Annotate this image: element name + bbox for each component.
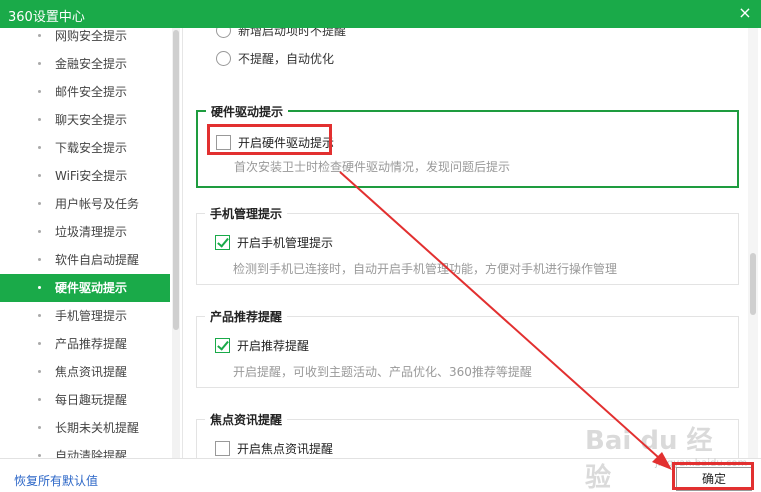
- main-scrollbar[interactable]: [748, 28, 758, 458]
- sidebar-item-label: 邮件安全提示: [55, 85, 128, 99]
- sidebar-item-label: 垃圾清理提示: [55, 225, 128, 239]
- bullet-icon: [38, 90, 41, 93]
- checkbox-label: 开启焦点资讯提醒: [237, 442, 334, 456]
- radio-label: 新增启动项时不提醒: [238, 28, 347, 38]
- checkbox-label: 开启手机管理提示: [237, 236, 334, 250]
- sidebar-item-email[interactable]: 邮件安全提示: [0, 78, 170, 106]
- sidebar-item-label: 产品推荐提醒: [55, 337, 128, 351]
- bullet-icon: [38, 62, 41, 65]
- sidebar-item-label: 焦点资讯提醒: [55, 365, 128, 379]
- sidebar-item-label: 用户帐号及任务: [55, 197, 140, 211]
- bullet-icon: [38, 230, 41, 233]
- restore-defaults-link[interactable]: 恢复所有默认值: [14, 472, 98, 489]
- bullet-icon: [38, 342, 41, 345]
- sidebar-item-news[interactable]: 焦点资讯提醒: [0, 358, 170, 386]
- news-checkbox[interactable]: [215, 441, 230, 456]
- phone-management-section: 手机管理提示 开启手机管理提示 检测到手机已连接时，自动开启手机管理功能，方便对…: [196, 205, 739, 285]
- bullet-icon: [38, 286, 41, 289]
- sidebar-item-shutdown[interactable]: 长期未关机提醒: [0, 414, 170, 442]
- bullet-icon: [38, 146, 41, 149]
- radio-button[interactable]: [216, 51, 231, 66]
- sidebar-item-autostart[interactable]: 软件自启动提醒: [0, 246, 170, 274]
- sidebar-item-product[interactable]: 产品推荐提醒: [0, 330, 170, 358]
- sidebar-item-label: 聊天安全提示: [55, 113, 128, 127]
- sidebar-item-label: 自动清除提醒: [55, 449, 128, 458]
- sidebar-scrollbar-thumb[interactable]: [173, 30, 179, 330]
- sidebar-item-label: 长期未关机提醒: [55, 421, 140, 435]
- sidebar-item-chat[interactable]: 聊天安全提示: [0, 106, 170, 134]
- sidebar-scrollbar[interactable]: [172, 28, 180, 458]
- sidebar-item-phone[interactable]: 手机管理提示: [0, 302, 170, 330]
- bullet-icon: [38, 426, 41, 429]
- sidebar-item-auto-clear[interactable]: 自动清除提醒: [0, 442, 170, 458]
- bullet-icon: [38, 174, 41, 177]
- radio-label: 不提醒，自动优化: [238, 52, 335, 66]
- sidebar-item-hardware-driver[interactable]: 硬件驱动提示: [0, 274, 170, 302]
- sidebar-item-finance[interactable]: 金融安全提示: [0, 50, 170, 78]
- close-icon[interactable]: ×: [735, 2, 755, 24]
- annotation-box-confirm: [672, 462, 754, 490]
- window-title: 360设置中心: [8, 10, 85, 25]
- bullet-icon: [38, 370, 41, 373]
- bullet-icon: [38, 258, 41, 261]
- section-description: 检测到手机已连接时，自动开启手机管理功能，方便对手机进行操作管理: [233, 262, 618, 276]
- sidebar-item-download[interactable]: 下载安全提示: [0, 134, 170, 162]
- bullet-icon: [38, 34, 41, 37]
- sidebar-item-label: 金融安全提示: [55, 57, 128, 71]
- bullet-icon: [38, 202, 41, 205]
- section-title: 手机管理提示: [205, 205, 288, 222]
- sidebar-item-label: WiFi安全提示: [55, 169, 128, 183]
- product-recommend-section: 产品推荐提醒 开启推荐提醒 开启提醒，可收到主题活动、产品优化、360推荐等提醒: [196, 308, 739, 388]
- sidebar-item-label: 下载安全提示: [55, 141, 128, 155]
- bullet-icon: [38, 454, 41, 457]
- bullet-icon: [38, 314, 41, 317]
- radio-button[interactable]: [216, 28, 231, 38]
- section-title: 硬件驱动提示: [206, 103, 289, 120]
- sidebar-item-wifi[interactable]: WiFi安全提示: [0, 162, 170, 190]
- bullet-icon: [38, 118, 41, 121]
- section-description: 开启提醒，可收到主题活动、产品优化、360推荐等提醒: [233, 365, 532, 379]
- sidebar-item-daily-fun[interactable]: 每日趣玩提醒: [0, 386, 170, 414]
- checkbox-label: 开启推荐提醒: [237, 339, 310, 353]
- sidebar-item-label: 每日趣玩提醒: [55, 393, 128, 407]
- main-scrollbar-thumb[interactable]: [750, 253, 756, 315]
- section-title: 焦点资讯提醒: [205, 411, 288, 428]
- main-panel: 新增启动项时不提醒 不提醒，自动优化 硬件驱动提示 开启硬件驱动提示 首次安装卫…: [184, 28, 761, 458]
- sidebar-item-label: 硬件驱动提示: [55, 281, 128, 295]
- section-description: 首次安装卫士时检查硬件驱动情况，发现问题后提示: [234, 160, 511, 174]
- sidebar-item-label: 网购安全提示: [55, 29, 128, 43]
- sidebar: 网购安全提示 金融安全提示 邮件安全提示 聊天安全提示 下载安全提示 WiFi安…: [0, 28, 183, 458]
- section-title: 产品推荐提醒: [205, 308, 288, 325]
- phone-management-checkbox[interactable]: [215, 235, 230, 250]
- annotation-box-checkbox: [207, 124, 332, 155]
- product-recommend-checkbox[interactable]: [215, 338, 230, 353]
- title-bar: 360设置中心 ×: [0, 0, 761, 28]
- sidebar-item-online-shopping[interactable]: 网购安全提示: [0, 28, 170, 50]
- bullet-icon: [38, 398, 41, 401]
- sidebar-item-label: 软件自启动提醒: [55, 253, 140, 267]
- sidebar-item-label: 手机管理提示: [55, 309, 128, 323]
- sidebar-item-account[interactable]: 用户帐号及任务: [0, 190, 170, 218]
- sidebar-item-cleanup[interactable]: 垃圾清理提示: [0, 218, 170, 246]
